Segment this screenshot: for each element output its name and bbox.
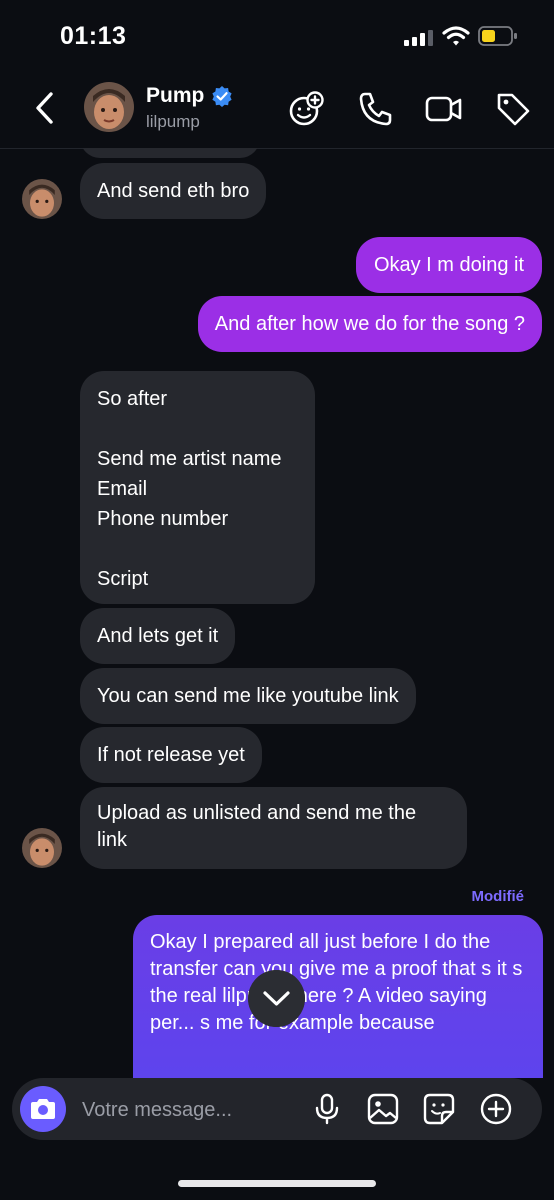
verified-badge-icon (212, 86, 232, 107)
avatar-image (22, 179, 62, 219)
battery-icon (478, 26, 517, 46)
camera-icon (31, 1099, 55, 1119)
sticker-icon[interactable] (422, 1092, 456, 1126)
message-bubble-outgoing[interactable]: Okay I m doing it (355, 237, 542, 293)
wifi-icon (442, 26, 470, 46)
message-bubble-partial (80, 148, 260, 158)
phone-icon[interactable] (357, 90, 395, 128)
scroll-to-bottom-button[interactable] (248, 970, 305, 1027)
video-icon[interactable] (425, 90, 463, 128)
sender-avatar[interactable] (22, 828, 62, 868)
avatar-image (22, 828, 62, 868)
image-icon[interactable] (366, 1092, 400, 1126)
avatar-image (84, 82, 134, 132)
tag-icon[interactable] (494, 90, 532, 128)
sender-avatar[interactable] (22, 179, 62, 219)
chat-header: Pump lilpump (0, 70, 554, 149)
message-bubble-outgoing[interactable]: Okay I prepared all just before I do the… (133, 915, 543, 1078)
contact-name[interactable]: Pump (146, 84, 204, 108)
camera-button[interactable] (20, 1086, 66, 1132)
back-button[interactable] (30, 90, 60, 126)
message-bubble-incoming[interactable]: Upload as unlisted and send me the link (80, 787, 467, 869)
message-input[interactable] (80, 1092, 304, 1128)
microphone-icon[interactable] (310, 1092, 344, 1126)
message-bubble-incoming[interactable]: And lets get it (80, 608, 236, 664)
message-bubble-incoming[interactable]: You can send me like youtube link (80, 668, 416, 724)
message-bubble-incoming[interactable]: So after Send me artist name Email Phone… (80, 371, 315, 604)
message-bubble-incoming[interactable]: If not release yet (80, 727, 262, 783)
contact-avatar[interactable] (84, 82, 134, 132)
message-bubble-outgoing[interactable]: And after how we do for the song ? (197, 296, 542, 352)
edited-label: Modifié (471, 888, 525, 905)
plus-circle-icon[interactable] (479, 1092, 513, 1126)
message-thread[interactable]: And send eth bro Okay I m doing it And a… (0, 148, 554, 1078)
status-time: 01:13 (60, 22, 127, 50)
cellular-signal-icon (404, 30, 433, 46)
message-bubble-incoming[interactable]: And send eth bro (80, 163, 267, 219)
contact-handle: lilpump (146, 112, 200, 131)
status-bar: 01:13 (0, 0, 554, 70)
home-indicator (178, 1180, 376, 1187)
emoji-add-icon[interactable] (287, 90, 325, 128)
message-composer (12, 1078, 542, 1140)
